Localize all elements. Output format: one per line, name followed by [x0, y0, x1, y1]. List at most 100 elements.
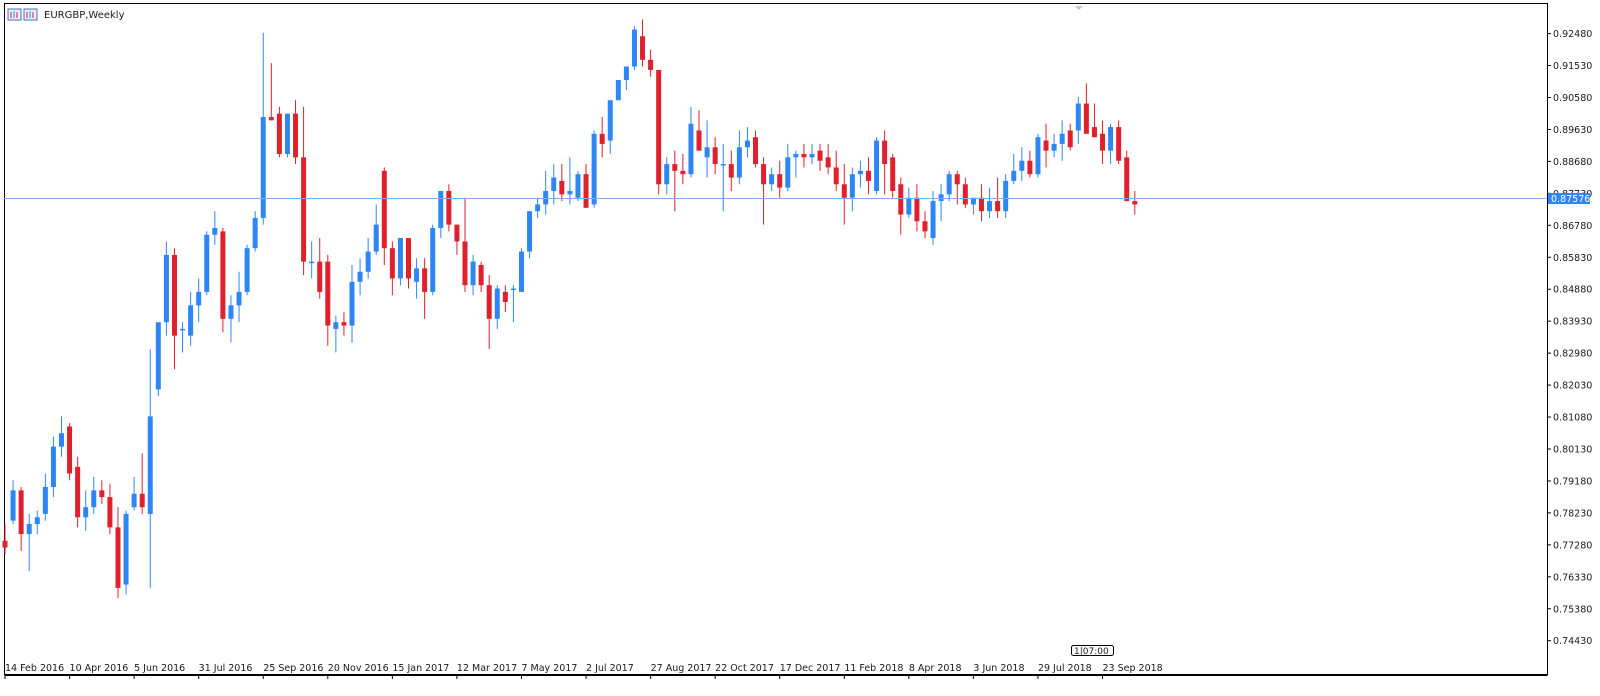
candle-body	[583, 174, 589, 208]
candle-body	[365, 251, 371, 272]
candle	[284, 113, 290, 158]
candle-body	[131, 493, 137, 508]
candle-body	[50, 446, 56, 487]
candle-body	[607, 100, 613, 141]
candle-body	[946, 174, 952, 195]
candle-body	[696, 130, 702, 151]
candle-body	[656, 69, 662, 185]
candle-body	[381, 170, 387, 249]
candle-body	[728, 164, 734, 178]
candle-body	[1019, 160, 1025, 171]
candle-body	[551, 177, 557, 191]
candle-body	[922, 221, 928, 232]
candle-body	[430, 228, 436, 292]
candle-body	[801, 154, 807, 158]
candle-body	[91, 490, 97, 508]
candle	[1035, 133, 1041, 178]
candle-body	[631, 29, 637, 67]
candle-body	[147, 416, 153, 514]
candle-body	[373, 224, 379, 252]
candle-body	[615, 80, 621, 101]
candle-body	[470, 261, 476, 286]
candle-body	[446, 191, 452, 225]
candle-body	[293, 113, 299, 158]
candle-body	[744, 140, 750, 148]
candle-body	[333, 322, 339, 329]
candle-body	[115, 527, 121, 588]
svg-text:0.87576: 0.87576	[1551, 194, 1590, 205]
candle-body	[785, 157, 791, 188]
candle-body	[543, 191, 549, 205]
price-tick-label: 0.84880	[1553, 285, 1592, 296]
candle-body	[438, 191, 444, 228]
price-tick-label: 0.75380	[1553, 604, 1592, 615]
candle-body	[309, 261, 315, 264]
candle	[163, 241, 169, 336]
candle-body	[1059, 133, 1065, 144]
candle-body	[978, 197, 984, 212]
price-tick-label: 0.80130	[1553, 444, 1592, 455]
candle-body	[777, 174, 783, 188]
candle-body	[535, 204, 541, 212]
candle-body	[559, 180, 565, 195]
candle-body	[849, 174, 855, 198]
price-tick-label: 0.83930	[1553, 317, 1592, 328]
candle-body	[163, 254, 169, 323]
candle-body	[486, 285, 492, 319]
time-tick-label: 20 Nov 2016	[328, 663, 389, 674]
candle-body	[736, 147, 742, 178]
candle-body	[389, 248, 395, 279]
candle-body	[188, 305, 194, 336]
candle-body	[462, 241, 468, 286]
candle-body	[962, 184, 968, 205]
candle-body	[648, 59, 654, 70]
candle-body	[494, 288, 500, 319]
candle-body	[833, 167, 839, 185]
candle-body	[865, 170, 871, 181]
candle-body	[1027, 160, 1033, 175]
candle-body	[83, 507, 89, 518]
price-tick-label: 0.78230	[1553, 508, 1592, 519]
candle	[220, 228, 226, 333]
candle-body	[938, 194, 944, 202]
candle	[518, 248, 524, 292]
price-tick-label: 0.86780	[1553, 221, 1592, 232]
candle-body	[1035, 137, 1041, 175]
candle-body	[502, 291, 508, 302]
candle	[1124, 150, 1130, 202]
candle-body	[930, 201, 936, 239]
candle	[123, 510, 129, 595]
candle-body	[301, 157, 307, 262]
candle-body	[890, 157, 896, 191]
candle-body	[58, 433, 64, 447]
candlestick-chart[interactable]: EURGBP,Weekly 0.92480 0.91530 0.90580 0.896…	[0, 0, 1600, 696]
candle	[67, 423, 73, 481]
candle	[75, 456, 81, 528]
candle-body	[1051, 143, 1057, 151]
candle	[631, 26, 637, 70]
candle-body	[591, 133, 597, 205]
candle-body	[180, 328, 186, 331]
candle-body	[518, 251, 524, 292]
price-tick-label: 0.82030	[1553, 381, 1592, 392]
time-tick-label: 11 Feb 2018	[844, 663, 903, 674]
candle-body	[276, 113, 282, 154]
candle-body	[664, 164, 670, 185]
candle-body	[623, 66, 629, 80]
candle-body	[995, 201, 1001, 212]
candle-body	[317, 261, 323, 292]
time-tick-label: 2 Jul 2017	[586, 663, 634, 674]
candle-body	[882, 140, 888, 165]
candle-body	[640, 36, 646, 60]
price-tick-label: 0.79180	[1553, 476, 1592, 487]
time-tick-label: 27 Aug 2017	[651, 663, 712, 674]
candle	[527, 211, 533, 259]
price-tick-label: 0.82980	[1553, 349, 1592, 360]
candle-body	[284, 113, 290, 154]
candle-body	[914, 197, 920, 222]
candle-body	[841, 184, 847, 198]
candle-body	[397, 238, 403, 279]
candle-body	[236, 291, 242, 306]
candle-body	[599, 133, 605, 144]
current-price-tag: 0.87576	[1548, 193, 1590, 205]
